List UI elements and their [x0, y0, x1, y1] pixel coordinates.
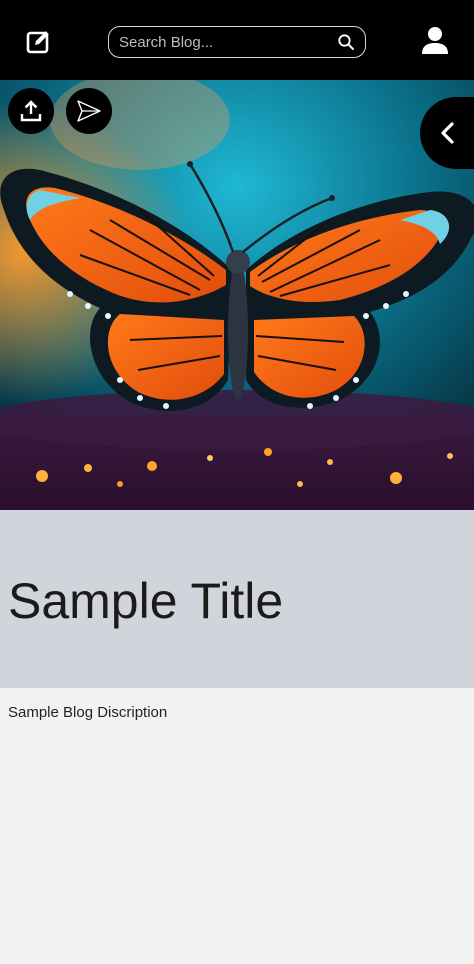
butterfly-photo	[0, 80, 474, 510]
send-icon	[77, 100, 101, 122]
user-icon[interactable]	[421, 26, 449, 56]
title-section: Sample Title	[0, 510, 474, 688]
search-bar	[108, 26, 366, 58]
post-title: Sample Title	[8, 573, 284, 629]
send-button[interactable]	[66, 88, 112, 134]
upload-button[interactable]	[8, 88, 54, 134]
chevron-left-icon	[441, 122, 454, 144]
hero-image	[0, 80, 474, 510]
search-icon[interactable]	[337, 33, 355, 51]
top-bar	[0, 0, 474, 80]
search-input[interactable]	[117, 31, 332, 53]
upload-icon	[20, 100, 42, 122]
post-description: Sample Blog Discription	[8, 704, 168, 721]
edit-icon[interactable]	[26, 28, 52, 54]
